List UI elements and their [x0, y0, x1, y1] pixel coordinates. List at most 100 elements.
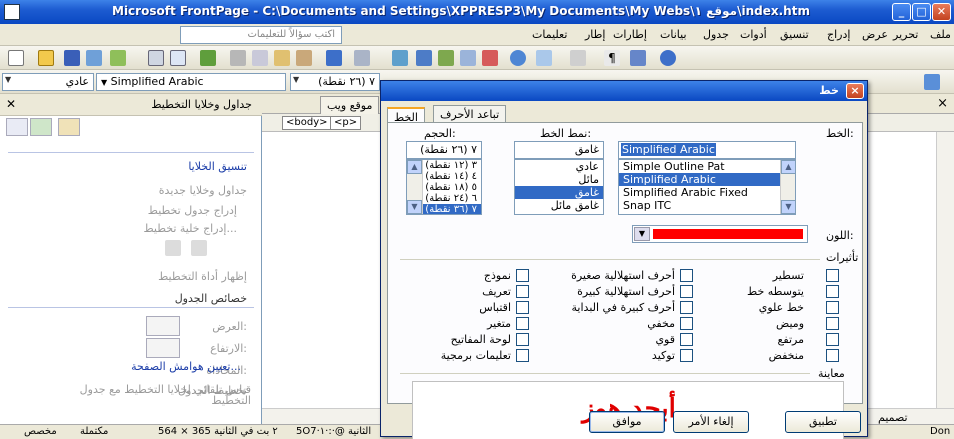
help-icon[interactable]	[660, 50, 676, 66]
show-all-icon[interactable]: ¶	[604, 50, 620, 66]
font-option[interactable]: Snap ITC	[619, 199, 795, 212]
font-option[interactable]: Simple Outline Pat	[619, 160, 795, 173]
menu-table[interactable]: جدول	[703, 28, 729, 41]
style-option-selected[interactable]: غامق	[515, 186, 603, 199]
font-option-selected[interactable]: Simplified Arabic	[619, 173, 795, 186]
font-style-listbox[interactable]: عادي مائل غامق غامق مائل	[514, 159, 604, 215]
show-layout-tool-link[interactable]: إظهار أداة التخطيط	[158, 270, 247, 283]
superscript-checkbox[interactable]	[826, 333, 839, 346]
menu-insert[interactable]: إدراج	[827, 28, 850, 41]
new-page-icon[interactable]	[8, 50, 24, 66]
tag-body[interactable]: <body>	[282, 116, 332, 130]
hidden-checkbox[interactable]	[680, 317, 693, 330]
menu-edit[interactable]: تحرير	[893, 28, 918, 41]
refresh-icon[interactable]	[510, 50, 526, 66]
back-arrow-icon[interactable]	[924, 74, 940, 90]
color-dropdown-icon[interactable]: ▼	[634, 227, 650, 241]
cut-icon[interactable]	[230, 50, 246, 66]
all-caps-checkbox[interactable]	[680, 285, 693, 298]
scroll-down-icon[interactable]: ▼	[781, 200, 795, 214]
insert-layer-icon[interactable]	[438, 50, 454, 66]
copy-icon[interactable]	[252, 50, 268, 66]
style-option[interactable]: مائل	[515, 173, 603, 186]
keyboard-checkbox[interactable]	[516, 333, 529, 346]
height-input[interactable]	[146, 338, 180, 358]
print-preview-icon[interactable]	[170, 50, 186, 66]
font-size-listbox[interactable]: (١٢ نقطة) ٣ (١٤ نقطة) ٤ (١٨ نقطة) ٥ (٢٤ …	[406, 159, 482, 215]
subscript-checkbox[interactable]	[826, 349, 839, 362]
stop-icon[interactable]	[536, 50, 552, 66]
blink-checkbox[interactable]	[826, 317, 839, 330]
size-combo[interactable]: ▼ (٢٦ نقطة) ٧	[290, 73, 380, 91]
code-view-icon[interactable]	[630, 50, 646, 66]
citation-checkbox[interactable]	[516, 301, 529, 314]
tag-p[interactable]: <p>	[330, 116, 362, 130]
task-pane-close-icon[interactable]: ✕	[6, 97, 16, 111]
menu-data[interactable]: بيانات	[660, 28, 687, 41]
cell-formatting-link[interactable]: تنسيق الخلايا	[188, 160, 247, 173]
size-list-scrollbar[interactable]: ▲ ▼	[407, 160, 423, 214]
underline-checkbox[interactable]	[826, 269, 839, 282]
minimize-button[interactable]: _	[892, 3, 911, 21]
task-pane-back-icon[interactable]	[6, 118, 28, 136]
menu-frame[interactable]: إطار	[585, 28, 605, 41]
toggle-pane-icon[interactable]	[570, 50, 586, 66]
insert-table-icon[interactable]	[416, 50, 432, 66]
style-option[interactable]: غامق مائل	[515, 199, 603, 212]
format-painter-icon[interactable]	[296, 50, 312, 66]
emphasis-checkbox[interactable]	[680, 349, 693, 362]
publish-icon[interactable]	[86, 50, 102, 66]
width-input[interactable]	[146, 316, 180, 336]
close-document-icon[interactable]: ×	[937, 96, 948, 111]
color-picker[interactable]: ▼	[632, 225, 808, 243]
print-icon[interactable]	[148, 50, 164, 66]
capitalize-checkbox[interactable]	[680, 301, 693, 314]
menu-view[interactable]: عرض	[862, 28, 888, 41]
menu-frames[interactable]: إطارات	[613, 28, 647, 41]
insert-picture-icon[interactable]	[460, 50, 476, 66]
font-name-input[interactable]: Simplified Arabic	[618, 141, 796, 159]
small-caps-checkbox[interactable]	[680, 269, 693, 282]
ok-button[interactable]: موافق	[589, 411, 665, 433]
tab-character-spacing[interactable]: تباعد الأحرف	[433, 105, 507, 123]
folder-list-icon[interactable]	[110, 50, 126, 66]
save-icon[interactable]	[64, 50, 80, 66]
tab-web-site[interactable]: موقع ويب	[320, 96, 380, 114]
apply-button[interactable]: تطبيق	[785, 411, 861, 433]
sample-checkbox[interactable]	[516, 269, 529, 282]
task-pane-title[interactable]: جداول وخلايا التخطيط	[151, 98, 252, 111]
style-option[interactable]: عادي	[515, 160, 603, 173]
menu-file[interactable]: ملف	[930, 28, 951, 41]
overline-checkbox[interactable]	[826, 301, 839, 314]
code-checkbox[interactable]	[516, 349, 529, 362]
font-listbox[interactable]: Simple Outline Pat Simplified Arabic Sim…	[618, 159, 796, 215]
menu-format[interactable]: تنسيق	[780, 28, 809, 41]
status-design-view[interactable]: تصميم	[878, 411, 908, 424]
task-pane-home-icon[interactable]	[58, 118, 80, 136]
scroll-up-icon[interactable]: ▲	[781, 160, 795, 174]
web-component-icon[interactable]	[392, 50, 408, 66]
font-style-input[interactable]: غامق	[514, 141, 604, 159]
layout-cell-icon[interactable]	[191, 240, 207, 256]
font-list-scrollbar[interactable]: ▲ ▼	[780, 160, 795, 214]
paste-icon[interactable]	[274, 50, 290, 66]
insert-hyperlink-icon[interactable]	[482, 50, 498, 66]
frontpage-app-icon[interactable]	[4, 4, 20, 20]
strikethrough-checkbox[interactable]	[826, 285, 839, 298]
vertical-scrollbar[interactable]	[936, 132, 954, 408]
maximize-button[interactable]: □	[912, 3, 931, 21]
spelling-icon[interactable]	[200, 50, 216, 66]
font-dialog-close-button[interactable]: ×	[846, 83, 864, 99]
scroll-up-icon[interactable]: ▲	[407, 160, 422, 174]
redo-icon[interactable]	[354, 50, 370, 66]
help-search-input[interactable]: اكتب سؤالاً للتعليمات	[180, 26, 342, 44]
insert-layout-table-link[interactable]: إدراج جدول تخطيط	[148, 204, 237, 217]
variable-checkbox[interactable]	[516, 317, 529, 330]
definition-checkbox[interactable]	[516, 285, 529, 298]
task-pane-forward-icon[interactable]	[30, 118, 52, 136]
insert-layout-cell-link[interactable]: إدراج خلية تخطيط...	[143, 222, 237, 235]
font-combo[interactable]: ▼ Simplified Arabic	[96, 73, 286, 91]
cancel-button[interactable]: إلغاء الأمر	[673, 411, 749, 433]
open-folder-icon[interactable]	[38, 50, 54, 66]
close-window-button[interactable]: ✕	[932, 3, 951, 21]
